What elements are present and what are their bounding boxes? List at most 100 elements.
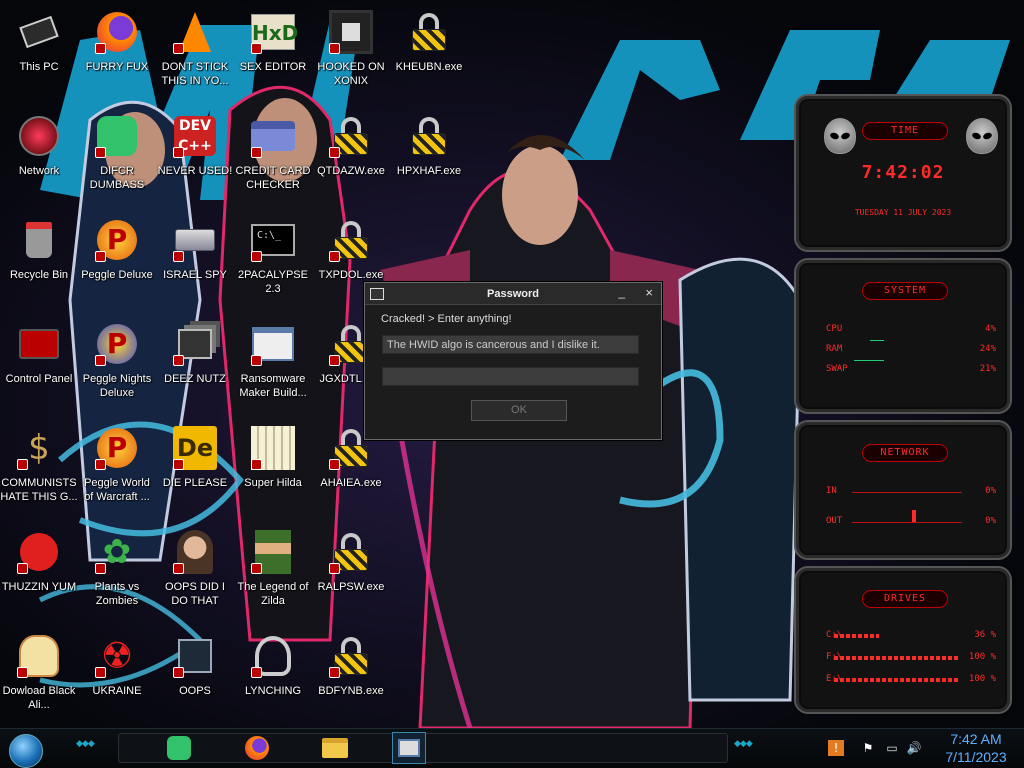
desktop-icon-label: UKRAINE	[92, 685, 142, 697]
desktop-icon-israel-spy[interactable]: ISRAEL SPY	[156, 210, 234, 310]
desktop-icon-die-please[interactable]: De DIE PLEASE	[156, 418, 234, 518]
taskbar-firefox-icon[interactable]	[240, 732, 274, 764]
xonix-game-icon	[327, 8, 375, 56]
desktop-icon-label: This PC	[19, 61, 59, 73]
swap-graph-line	[854, 360, 884, 361]
desktop-icon-ralpsw[interactable]: RALPSW.exe	[312, 522, 390, 622]
ok-button[interactable]: OK	[471, 400, 567, 421]
desktop-icon-label: Plants vs Zombies	[94, 581, 140, 607]
drives-widget-header: DRIVES	[862, 590, 948, 608]
close-button[interactable]: ×	[645, 285, 653, 300]
start-button[interactable]	[9, 734, 43, 768]
volume-icon[interactable]: 🔊	[906, 740, 922, 756]
desktop-icon-bdfynb[interactable]: BDFYNB.exe	[312, 626, 390, 726]
desktop-icon-lynching[interactable]: LYNCHING	[234, 626, 312, 726]
time-widget: TIME 7:42:02 TUESDAY 11 JULY 2023	[794, 94, 1012, 252]
net-out-value: 0%	[985, 516, 996, 526]
warning-shield-icon[interactable]: !	[828, 740, 844, 756]
desktop-icon-label: THUZZIN YUM	[1, 581, 77, 593]
net-in-value: 0%	[985, 486, 996, 496]
desktop-icon-qtdazw[interactable]: QTDAZW.exe	[312, 106, 390, 206]
desktop-icon-oops-did-i[interactable]: OOPS DID I DO THAT	[156, 522, 234, 622]
window-app-icon	[249, 320, 297, 368]
drive-f-value: 100 %	[968, 652, 996, 662]
desktop-icon-hpxhaf[interactable]: HPXHAF.exe	[390, 106, 468, 206]
terminal-box-icon	[171, 632, 219, 680]
desktop-icon-label: HOOKED ON XONIX	[317, 61, 385, 87]
network-icon	[15, 112, 63, 160]
desktop-icon-this-pc[interactable]: This PC	[0, 2, 78, 102]
desktop-icon-recycle-bin[interactable]: Recycle Bin	[0, 210, 78, 310]
desktop-icon-hooked-on-xonix[interactable]: HOOKED ON XONIX	[312, 2, 390, 102]
lock-icon	[327, 528, 375, 576]
desktop-icon-label: DIFCR DUMBASS	[89, 165, 145, 191]
recycle-bin-icon	[15, 216, 63, 264]
alien-head-icon	[824, 118, 856, 154]
desktop-icon-label: ISRAEL SPY	[163, 269, 227, 281]
desktop-icon-furry-fux[interactable]: FURRY FUX	[78, 2, 156, 102]
widget-date: TUESDAY 11 JULY 2023	[854, 208, 952, 217]
dialog-message: Cracked! > Enter anything!	[381, 313, 512, 325]
dev-cpp-icon: DEV C++	[171, 112, 219, 160]
desktop-icon-deez-nutz[interactable]: DEEZ NUTZ	[156, 314, 234, 414]
desktop-icon-difcr-dumbass[interactable]: DIFCR DUMBASS	[78, 106, 156, 206]
desktop-icon-label: OOPS DID I DO THAT	[165, 581, 225, 607]
desktop-icon-peggle-wow[interactable]: P Peggle World of Warcraft ...	[78, 418, 156, 518]
desktop-icon-peggle-nights[interactable]: P Peggle Nights Deluxe	[78, 314, 156, 414]
desktop-icon-label: NEVER USED!	[157, 165, 233, 177]
cpu-row: CPU 4%	[826, 324, 996, 336]
dialog-title: Password	[487, 287, 539, 300]
net-in-label: IN	[826, 486, 837, 496]
minimize-button[interactable]: _	[618, 285, 625, 299]
lock-icon	[405, 8, 453, 56]
desktop-icon-communists[interactable]: $ COMMUNISTS HATE THIS G...	[0, 418, 78, 518]
desktop-icon-2pacalypse[interactable]: C:\_ 2PACALYPSE 2.3	[234, 210, 312, 310]
desktop-icon-never-used[interactable]: DEV C++ NEVER USED!	[156, 106, 234, 206]
desktop-icon-peggle-deluxe[interactable]: P Peggle Deluxe	[78, 210, 156, 310]
taskbar-active-window-icon[interactable]	[392, 732, 426, 764]
radiation-icon: ☢	[93, 632, 141, 680]
network-status-icon[interactable]: ▭	[884, 740, 900, 756]
desktop-icon-credit-card-checker[interactable]: CREDIT CARD CHECKER	[234, 106, 312, 206]
desktop-icon-label: SEX EDITOR	[239, 61, 307, 73]
desktop-icon-label: FURRY FUX	[85, 61, 149, 73]
time-widget-header: TIME	[862, 122, 948, 140]
desktop-icon-ransomware-maker[interactable]: Ransomware Maker Build...	[234, 314, 312, 414]
taskbar-file-explorer-icon[interactable]	[318, 732, 352, 764]
desktop-icon-control-panel[interactable]: Control Panel	[0, 314, 78, 414]
desktop-icon-plants-vs-zombies[interactable]: ✿ Plants vs Zombies	[78, 522, 156, 622]
desktop-icon-network[interactable]: Network	[0, 106, 78, 206]
password-input[interactable]	[382, 367, 639, 386]
taskbar-discord-icon[interactable]	[162, 732, 196, 764]
desktop-icon-label: Ransomware Maker Build...	[239, 373, 307, 399]
dialog-titlebar[interactable]: Password _ ×	[365, 283, 661, 305]
hwid-text-field[interactable]	[382, 335, 639, 354]
network-widget: NETWORK IN 0% OUT 0%	[794, 420, 1012, 560]
peggle-icon: P	[93, 216, 141, 264]
desktop-icon-sex-editor[interactable]: HxD SEX EDITOR	[234, 2, 312, 102]
money-bag-icon: $	[15, 424, 63, 472]
flag-icon[interactable]: ⚑	[860, 740, 876, 756]
anime-char-icon	[15, 632, 63, 680]
swap-label: SWAP	[826, 364, 848, 374]
desktop-icon-legend-of-zilda[interactable]: The Legend of Zilda	[234, 522, 312, 622]
desktop-icon-thuzzin-yum[interactable]: THUZZIN YUM	[0, 522, 78, 622]
desktop-icon-super-hilda[interactable]: Super Hilda	[234, 418, 312, 518]
taskbar-clock[interactable]: 7:42 AM 7/11/2023	[936, 730, 1016, 766]
stacked-windows-icon	[171, 320, 219, 368]
desktop-icon-ukraine[interactable]: ☢ UKRAINE	[78, 626, 156, 726]
control-panel-icon	[15, 320, 63, 368]
taskbar-date: 7/11/2023	[945, 749, 1007, 765]
lock-icon	[327, 632, 375, 680]
discord-icon	[93, 112, 141, 160]
lock-icon	[327, 216, 375, 264]
taskbar-decoration: ◆◆◆	[734, 739, 753, 749]
desktop-icon-download-black-ali[interactable]: Dowload Black Ali...	[0, 626, 78, 726]
desktop-icon-kheubn[interactable]: KHEUBN.exe	[390, 2, 468, 102]
lock-icon	[327, 112, 375, 160]
credit-card-icon	[249, 112, 297, 160]
net-out-label: OUT	[826, 516, 843, 526]
net-out-graph	[852, 522, 962, 523]
desktop-icon-oops[interactable]: OOPS	[156, 626, 234, 726]
desktop-icon-dont-stick[interactable]: DONT STICK THIS IN YO...	[156, 2, 234, 102]
